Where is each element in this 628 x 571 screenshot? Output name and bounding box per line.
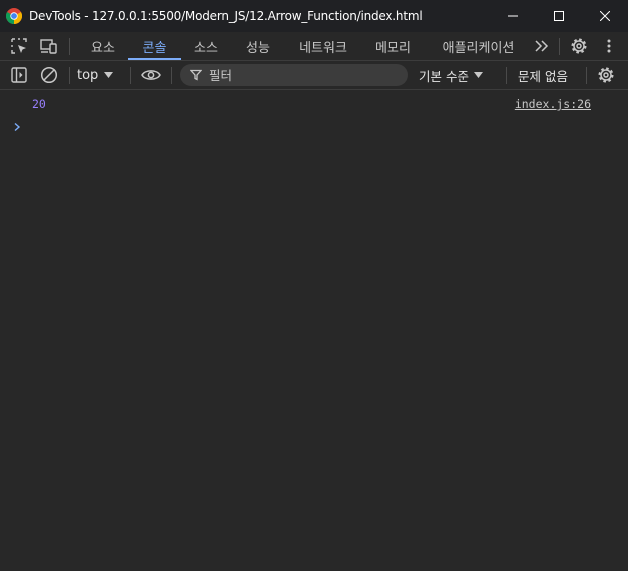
divider [171, 67, 172, 84]
console-settings-button[interactable] [593, 61, 619, 89]
context-selector[interactable]: top [77, 61, 114, 89]
tab-elements[interactable]: 요소 [80, 32, 126, 60]
minimize-button[interactable] [490, 0, 536, 32]
live-expression-button[interactable] [137, 61, 165, 89]
prompt-chevron-icon [14, 122, 21, 132]
device-toolbar-icon [40, 39, 57, 54]
settings-button[interactable] [565, 32, 593, 60]
maximize-icon [554, 11, 564, 21]
log-levels-label: 기본 수준 [419, 68, 469, 84]
filter-icon [190, 69, 202, 81]
tab-application[interactable]: 애플리케이션 [427, 32, 530, 60]
divider [69, 38, 70, 55]
divider [506, 67, 507, 84]
clear-console-icon [40, 66, 58, 84]
log-levels-dropdown[interactable]: 기본 수준 [419, 61, 483, 89]
sidebar-toggle-button[interactable] [6, 61, 32, 89]
tab-sources[interactable]: 소스 [183, 32, 229, 60]
inspect-element-button[interactable] [5, 32, 33, 60]
tab-network[interactable]: 네트워크 [287, 32, 359, 60]
source-link[interactable]: index.js:26 [515, 97, 591, 111]
divider [586, 67, 587, 84]
context-label: top [77, 67, 99, 83]
divider [69, 67, 70, 84]
gear-icon [598, 67, 614, 83]
active-tab-indicator [128, 58, 181, 60]
gear-icon [571, 38, 587, 54]
log-number-value: 20 [32, 97, 46, 111]
issues-counter[interactable]: 문제 없음 [518, 61, 568, 89]
live-expression-icon [141, 70, 161, 80]
tab-performance[interactable]: 성능 [233, 32, 283, 60]
chrome-icon [5, 8, 23, 25]
chevron-down-icon [104, 72, 114, 78]
window-title: DevTools - 127.0.0.1:5500/Modern_JS/12.A… [29, 9, 423, 23]
title-bar: DevTools - 127.0.0.1:5500/Modern_JS/12.A… [0, 0, 628, 32]
device-toolbar-button[interactable] [35, 32, 63, 60]
customize-menu-button[interactable] [595, 32, 623, 60]
chevron-down-icon [473, 72, 483, 78]
issues-label: 문제 없음 [518, 68, 568, 84]
more-tabs-icon [535, 40, 549, 52]
console-output[interactable]: 20 index.js:26 [0, 90, 628, 571]
console-prompt[interactable] [0, 118, 628, 138]
minimize-icon [508, 15, 518, 17]
more-tabs-button[interactable] [528, 32, 556, 60]
divider [559, 38, 560, 55]
inspect-element-icon [11, 38, 27, 54]
close-button[interactable] [582, 0, 628, 32]
divider [130, 67, 131, 84]
console-message: 20 index.js:26 [0, 90, 628, 116]
sidebar-toggle-icon [11, 67, 27, 83]
close-icon [600, 11, 610, 21]
devtools-tab-bar: 요소 콘솔 소스 성능 네트워크 메모리 애플리케이션 [0, 32, 628, 61]
clear-console-button[interactable] [36, 61, 62, 89]
window-controls [490, 0, 628, 32]
filter-field[interactable] [180, 64, 408, 86]
kebab-menu-icon [607, 39, 611, 53]
tab-memory[interactable]: 메모리 [363, 32, 423, 60]
tab-console[interactable]: 콘솔 [128, 32, 181, 60]
filter-input[interactable] [209, 67, 389, 83]
maximize-button[interactable] [536, 0, 582, 32]
console-toolbar: top 기본 수준 문제 없음 [0, 61, 628, 90]
